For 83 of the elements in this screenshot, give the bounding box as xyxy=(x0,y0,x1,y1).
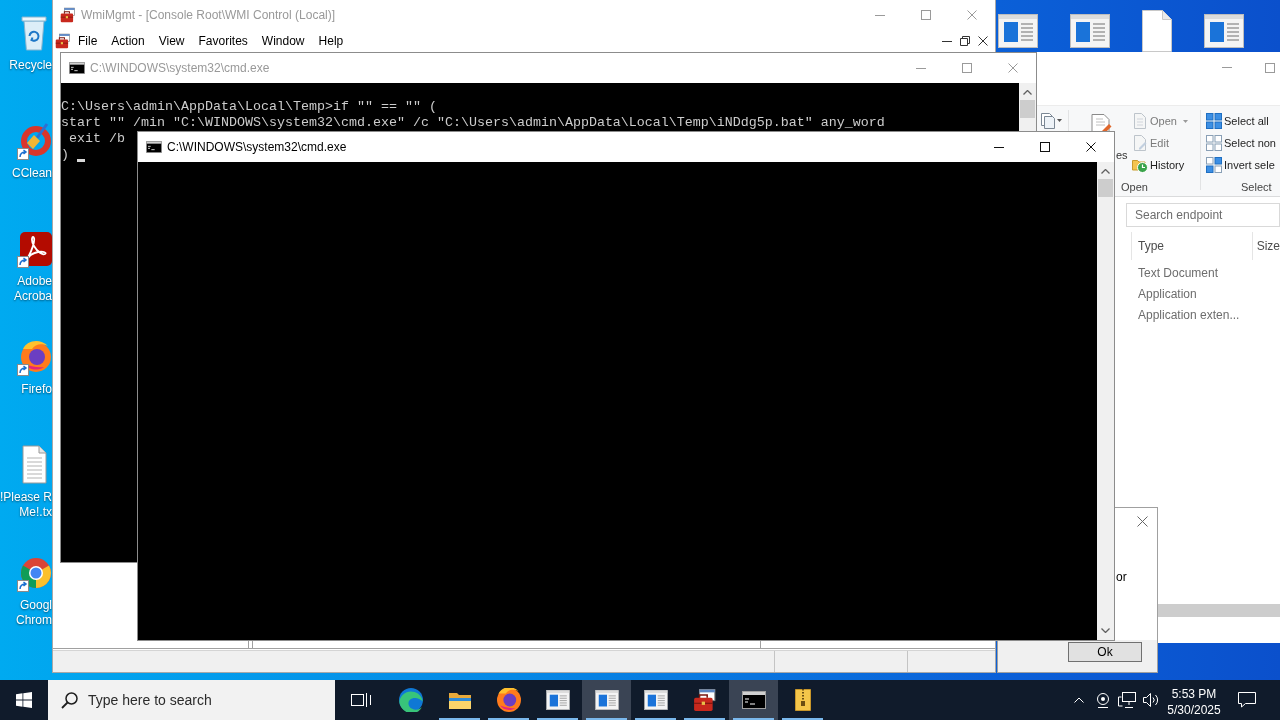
swirl-logo-icon[interactable] xyxy=(398,688,423,712)
window-title: C:\WINDOWS\system32\cmd.exe xyxy=(167,140,347,154)
dialog-message: or xyxy=(1116,569,1127,585)
menu-item[interactable]: View xyxy=(151,30,192,52)
scrollbar[interactable] xyxy=(1158,604,1280,617)
close-icon xyxy=(978,36,988,46)
ok-button[interactable]: Ok xyxy=(1068,642,1142,662)
network-icon[interactable] xyxy=(1118,692,1136,708)
window-title: C:\WINDOWS\system32\cmd.exe xyxy=(90,61,270,75)
search-icon xyxy=(61,692,78,709)
close-icon xyxy=(1136,516,1148,527)
ribbon-button-label[interactable]: es xyxy=(1116,149,1128,161)
folder-icon[interactable] xyxy=(447,690,472,710)
toolbox-icon[interactable] xyxy=(692,688,717,712)
column-header[interactable]: Type xyxy=(1132,232,1253,260)
ribbon-group-label: Select xyxy=(1241,180,1272,195)
maximize-icon xyxy=(1040,142,1050,152)
table-cell-text: Text Document xyxy=(1138,265,1219,282)
toolbox-icon xyxy=(60,7,76,23)
table-cell-text: Application xyxy=(1138,286,1197,303)
console-icon xyxy=(146,141,162,153)
menu-item[interactable]: Action xyxy=(104,30,152,52)
app-window-icon[interactable] xyxy=(643,690,668,710)
chevron-up-icon[interactable] xyxy=(1074,697,1084,703)
chevron-up-icon xyxy=(1023,90,1032,95)
ribbon-button[interactable]: History xyxy=(1127,154,1190,176)
notification-icon[interactable] xyxy=(1238,692,1256,708)
console-line: C:\Users\admin\AppData\Local\Temp>if "" == "" ( xyxy=(61,99,437,115)
menu-item[interactable]: Favorites xyxy=(191,30,255,52)
chevron-up-icon xyxy=(1101,169,1110,174)
minimize-icon xyxy=(994,146,1004,148)
document-edit-icon xyxy=(1132,135,1148,151)
ribbon-button[interactable]: Invert sele xyxy=(1201,154,1278,176)
table-cell-text: Application exten... xyxy=(1138,307,1240,324)
minimize-icon xyxy=(1222,67,1232,68)
menu-item[interactable]: Help xyxy=(311,30,351,52)
app-window-icon[interactable] xyxy=(594,690,619,710)
console-line: ) xyxy=(61,147,69,163)
speaker-icon[interactable] xyxy=(1143,693,1159,707)
close-icon xyxy=(1086,142,1096,152)
column-header[interactable]: Size xyxy=(1252,232,1280,260)
search-field[interactable]: Search endpoint xyxy=(1126,203,1280,227)
scroll-thumb[interactable] xyxy=(1020,100,1035,118)
taskbar-button[interactable] xyxy=(729,680,778,720)
ribbon-group-label: Open xyxy=(1121,180,1148,195)
taskbar-button[interactable] xyxy=(582,680,631,720)
console-line: start "" /min "C:\WINDOWS\system32\cmd.exe" /c "C:\Users\admin\AppData\Local\Temp\iNDdg5p.bat" any_word xyxy=(61,115,885,131)
clock[interactable]: 5:53 PM 5/30/2025 xyxy=(1163,680,1225,720)
console-line: exit /b xyxy=(68,131,125,147)
camera-icon[interactable] xyxy=(1096,692,1110,708)
app-window-icon[interactable] xyxy=(545,690,570,710)
minimize-icon xyxy=(875,14,885,16)
ribbon-button[interactable]: Select non xyxy=(1201,132,1278,154)
history-icon xyxy=(1132,157,1148,173)
window-title: WmiMgmt - [Console Root\WMI Control (Local)] xyxy=(81,8,336,22)
select-none-icon xyxy=(1206,135,1222,151)
menu-item[interactable]: File xyxy=(71,30,105,52)
minimize-icon xyxy=(942,40,952,42)
task-view-icon xyxy=(350,692,371,708)
invert-selection-icon xyxy=(1206,157,1222,173)
windows-logo-icon xyxy=(16,692,32,708)
chevron-down-icon xyxy=(1101,628,1110,633)
menu-item[interactable]: Window xyxy=(254,30,312,52)
close-icon xyxy=(1008,63,1018,73)
search-field[interactable]: Type here to search xyxy=(48,680,335,720)
minimize-icon xyxy=(916,67,926,69)
maximize-icon xyxy=(921,10,931,20)
maximize-icon xyxy=(1265,62,1275,73)
zip-folder-icon[interactable] xyxy=(793,688,812,712)
scroll-thumb[interactable] xyxy=(1098,179,1113,197)
pages-icon xyxy=(1041,113,1055,129)
blank-page-icon[interactable] xyxy=(1142,10,1172,52)
console-icon[interactable] xyxy=(741,691,766,709)
close-icon xyxy=(967,10,977,20)
flame-globe-icon[interactable] xyxy=(496,688,521,712)
maximize-icon xyxy=(962,63,972,73)
caret-down-icon xyxy=(1057,119,1062,122)
select-all-icon xyxy=(1206,113,1222,129)
console-icon xyxy=(69,62,85,74)
document-icon xyxy=(1132,113,1148,129)
brush-logo-icon[interactable] xyxy=(16,120,52,160)
restore-icon xyxy=(960,36,970,46)
ribbon-button[interactable]: Select all xyxy=(1201,110,1278,132)
